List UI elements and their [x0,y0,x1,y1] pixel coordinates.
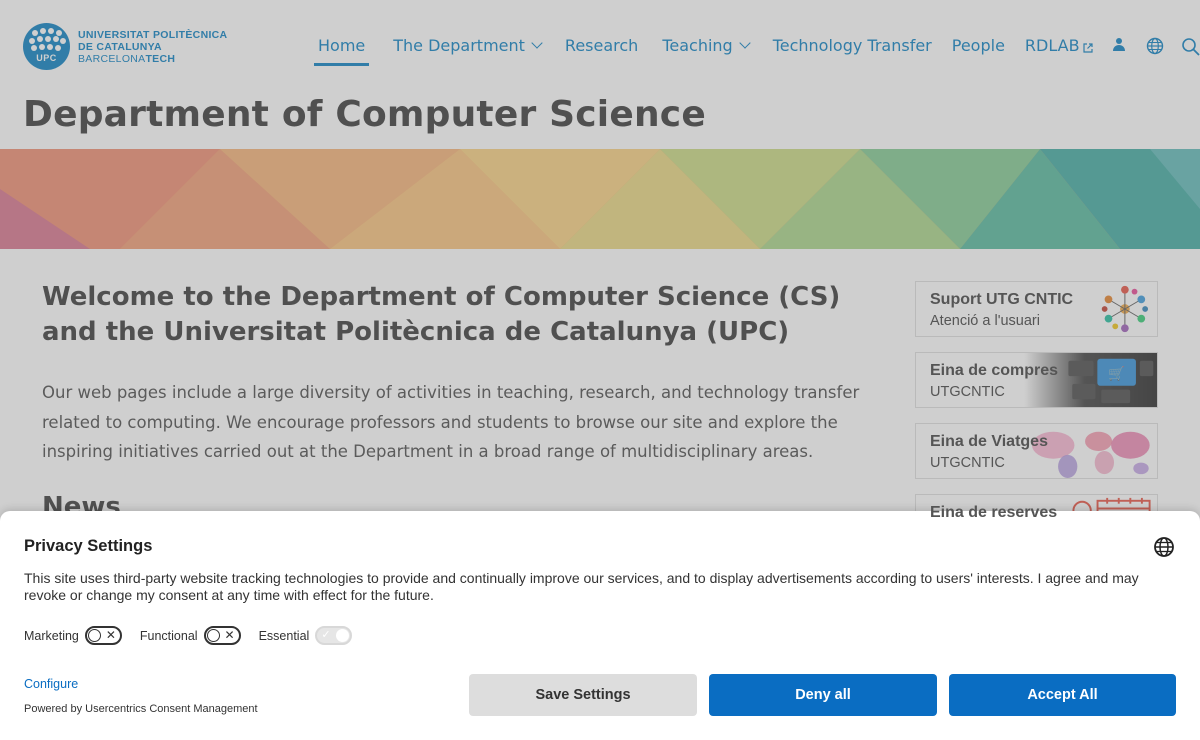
functional-toggle[interactable]: ✕ [203,626,241,645]
card-title: Eina de Viatges [930,433,1048,450]
x-icon: ✕ [224,628,235,642]
toggle-group-functional: Functional ✕ [140,626,241,645]
consent-toggles: Marketing ✕ Functional ✕ Essential ✓ [24,626,370,645]
card-title: Eina de compres [930,362,1059,379]
card-subtitle: UTGCNTIC [930,384,1005,400]
marketing-toggle[interactable]: ✕ [84,626,122,645]
privacy-description: This site uses third-party website track… [24,570,1139,603]
toggle-label-essential: Essential [258,628,310,643]
card-subtitle: UTGCNTIC [930,455,1005,471]
configure-link[interactable]: Configure [24,677,78,691]
toggle-label-marketing: Marketing [24,628,79,643]
toggle-group-essential: Essential ✓ [259,626,353,645]
privacy-settings-banner: Privacy Settings This site uses third-pa… [0,511,1200,740]
card-title: Suport UTG CNTIC [930,291,1074,308]
toggle-label-functional: Functional [139,628,198,643]
powered-by-text: Powered by Usercentrics Consent Manageme… [24,703,258,715]
x-icon: ✕ [105,628,116,642]
card-title: Eina de reserves [930,504,1058,521]
privacy-title: Privacy Settings [24,537,153,555]
save-settings-button[interactable]: Save Settings [469,674,697,716]
card-subtitle: Atenció a l'usuari [930,313,1040,329]
check-icon: ✓ [321,628,331,641]
essential-toggle: ✓ [315,626,353,645]
toggle-group-marketing: Marketing ✕ [24,626,122,645]
accept-all-button[interactable]: Accept All [949,674,1176,716]
deny-all-button[interactable]: Deny all [709,674,937,716]
language-globe-icon[interactable] [1153,536,1175,558]
